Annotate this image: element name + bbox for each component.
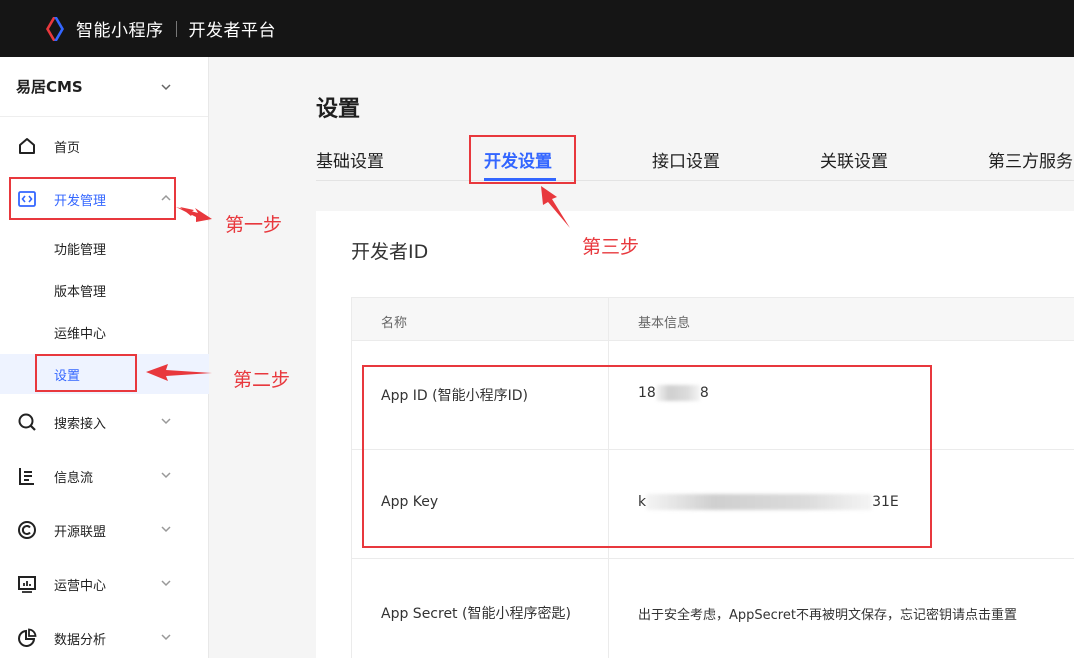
annotation-arrows [146, 186, 570, 381]
arrow-step3 [541, 186, 570, 228]
arrow-step2 [146, 364, 212, 381]
arrow-step1 [176, 207, 212, 222]
